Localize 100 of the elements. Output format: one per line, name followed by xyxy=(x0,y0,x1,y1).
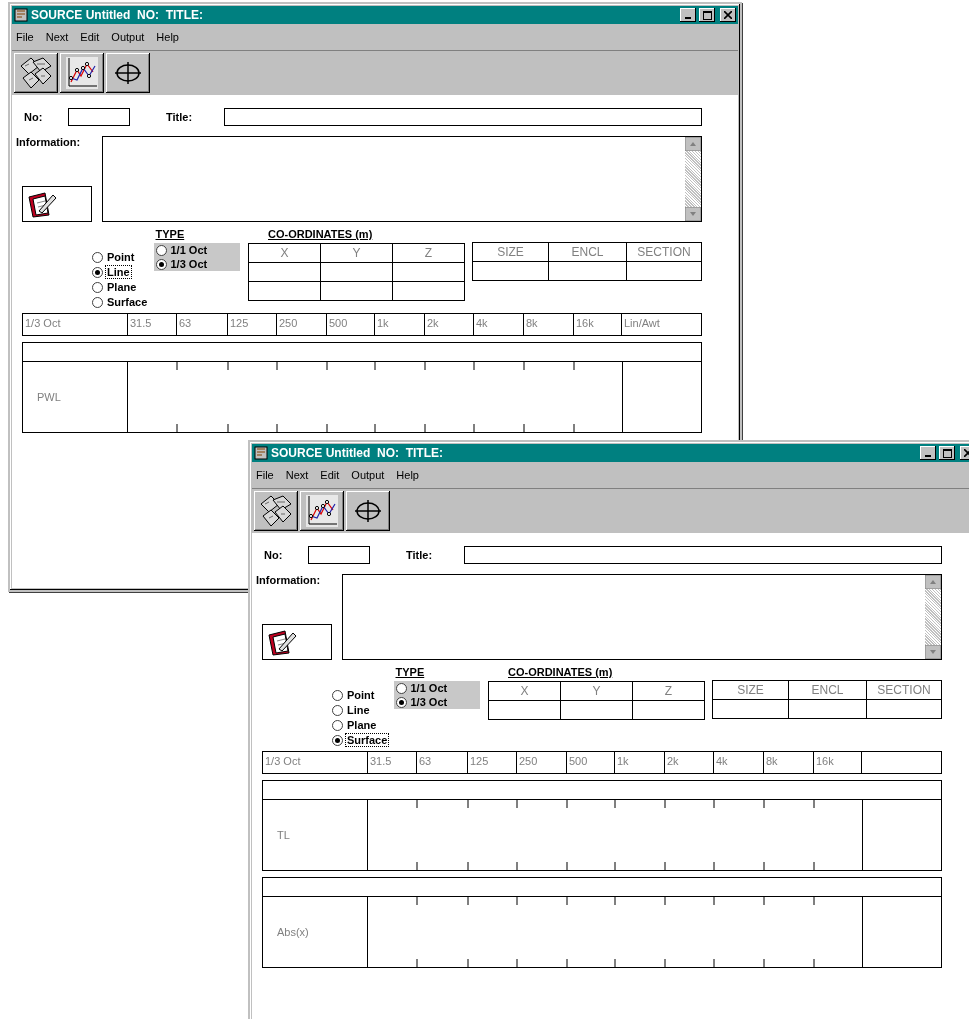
value-cell[interactable] xyxy=(713,700,789,719)
option-label[interactable]: Plane xyxy=(346,719,378,731)
menu-item[interactable]: Help xyxy=(396,469,419,481)
information-field[interactable] xyxy=(342,574,942,660)
value-cell[interactable] xyxy=(627,262,702,281)
line-chart-icon xyxy=(305,494,339,528)
column-header: SECTION xyxy=(867,681,942,700)
option-label[interactable]: Surface xyxy=(346,734,389,746)
option-label[interactable]: 1/3 Oct xyxy=(409,696,449,708)
minimize-button[interactable] xyxy=(920,446,936,460)
menu-item[interactable]: Next xyxy=(285,469,309,481)
notepad-pen-icon xyxy=(27,189,57,219)
column-header: X xyxy=(249,244,321,263)
radio-button[interactable] xyxy=(395,696,407,708)
table-cell: Lin/Awt xyxy=(621,314,701,335)
menu-item[interactable]: Help xyxy=(156,31,179,43)
option-label[interactable]: Point xyxy=(106,251,136,263)
radio-button[interactable] xyxy=(332,719,343,731)
table-cell: 250 xyxy=(516,752,566,773)
row-label: Abs(x) xyxy=(276,925,310,940)
column-header: Z xyxy=(633,682,705,701)
toolbar-button[interactable] xyxy=(60,53,104,93)
toolbar-button[interactable] xyxy=(346,491,390,531)
radio-button[interactable] xyxy=(332,689,343,701)
table-cell: 8k xyxy=(763,752,813,773)
title-field[interactable] xyxy=(224,108,702,126)
close-icon xyxy=(724,11,732,19)
coordinate-cell[interactable] xyxy=(249,263,321,282)
radio-button[interactable] xyxy=(332,704,343,716)
toolbar-button[interactable] xyxy=(254,491,298,531)
table-cell: 31.5 xyxy=(367,752,416,773)
coordinate-cell[interactable] xyxy=(321,282,393,301)
field-label: No: xyxy=(23,111,44,123)
app-icon xyxy=(14,8,28,22)
column-header: Z xyxy=(393,244,465,263)
minimize-button[interactable] xyxy=(680,8,696,22)
coordinate-cell[interactable] xyxy=(489,701,561,720)
table-cell: 500 xyxy=(566,752,614,773)
radio-button[interactable] xyxy=(92,296,103,308)
radio-button[interactable] xyxy=(332,734,343,746)
option-label[interactable]: Line xyxy=(106,266,131,278)
group-title: TYPE xyxy=(395,666,426,678)
table-cell: 2k xyxy=(424,314,473,335)
coordinate-cell[interactable] xyxy=(393,263,465,282)
group-title: CO-ORDINATES (m) xyxy=(508,666,614,678)
menu-item[interactable]: File xyxy=(256,469,274,481)
table-cell: 4k xyxy=(473,314,523,335)
map-tiles-icon xyxy=(19,56,53,90)
option-label[interactable]: Plane xyxy=(106,281,138,293)
title-field[interactable] xyxy=(464,546,942,564)
column-header: ENCL xyxy=(549,243,627,262)
map-tiles-icon xyxy=(259,494,293,528)
menu-item[interactable]: Output xyxy=(351,469,385,481)
number-field[interactable] xyxy=(308,546,370,564)
table-cell: 250 xyxy=(276,314,326,335)
radio-button[interactable] xyxy=(92,266,103,278)
maximize-button[interactable] xyxy=(939,446,955,460)
value-cell[interactable] xyxy=(867,700,942,719)
coordinate-cell[interactable] xyxy=(561,701,633,720)
number-field[interactable] xyxy=(68,108,130,126)
close-button[interactable] xyxy=(720,8,736,22)
value-cell[interactable] xyxy=(789,700,867,719)
coordinate-cell[interactable] xyxy=(393,282,465,301)
radio-button[interactable] xyxy=(155,258,167,270)
option-label[interactable]: 1/1 Oct xyxy=(409,682,449,694)
window-title: SOURCE Untitled NO: TITLE: xyxy=(271,446,444,460)
menu-item[interactable]: Next xyxy=(45,31,69,43)
toolbar-button[interactable] xyxy=(300,491,344,531)
coordinate-cell[interactable] xyxy=(249,282,321,301)
value-cell[interactable] xyxy=(473,262,549,281)
menu-item[interactable]: Edit xyxy=(320,469,340,481)
maximize-icon xyxy=(702,10,712,20)
option-label[interactable]: Line xyxy=(346,704,371,716)
radio-button[interactable] xyxy=(395,682,407,694)
row-label: PWL xyxy=(36,390,62,405)
menu-item[interactable]: Output xyxy=(111,31,145,43)
edit-notes-button[interactable] xyxy=(262,624,332,660)
table-cell: 16k xyxy=(813,752,861,773)
menu-item[interactable]: File xyxy=(16,31,34,43)
option-label[interactable]: 1/3 Oct xyxy=(169,258,209,270)
radio-button[interactable] xyxy=(92,281,103,293)
maximize-icon xyxy=(942,448,952,458)
coordinate-cell[interactable] xyxy=(633,701,705,720)
edit-notes-button[interactable] xyxy=(22,186,92,222)
toolbar-button[interactable] xyxy=(14,53,58,93)
menu-item[interactable]: Edit xyxy=(80,31,100,43)
column-header: SIZE xyxy=(713,681,789,700)
information-field[interactable] xyxy=(102,136,702,222)
field-label: Title: xyxy=(166,111,194,123)
toolbar-button[interactable] xyxy=(106,53,150,93)
radio-button[interactable] xyxy=(155,244,167,256)
coordinate-cell[interactable] xyxy=(321,263,393,282)
option-label[interactable]: 1/1 Oct xyxy=(169,244,209,256)
option-label[interactable]: Surface xyxy=(106,296,149,308)
value-cell[interactable] xyxy=(549,262,627,281)
table-cell: 125 xyxy=(227,314,276,335)
radio-button[interactable] xyxy=(92,251,103,263)
maximize-button[interactable] xyxy=(699,8,715,22)
option-label[interactable]: Point xyxy=(346,689,376,701)
table-cell: 16k xyxy=(573,314,621,335)
